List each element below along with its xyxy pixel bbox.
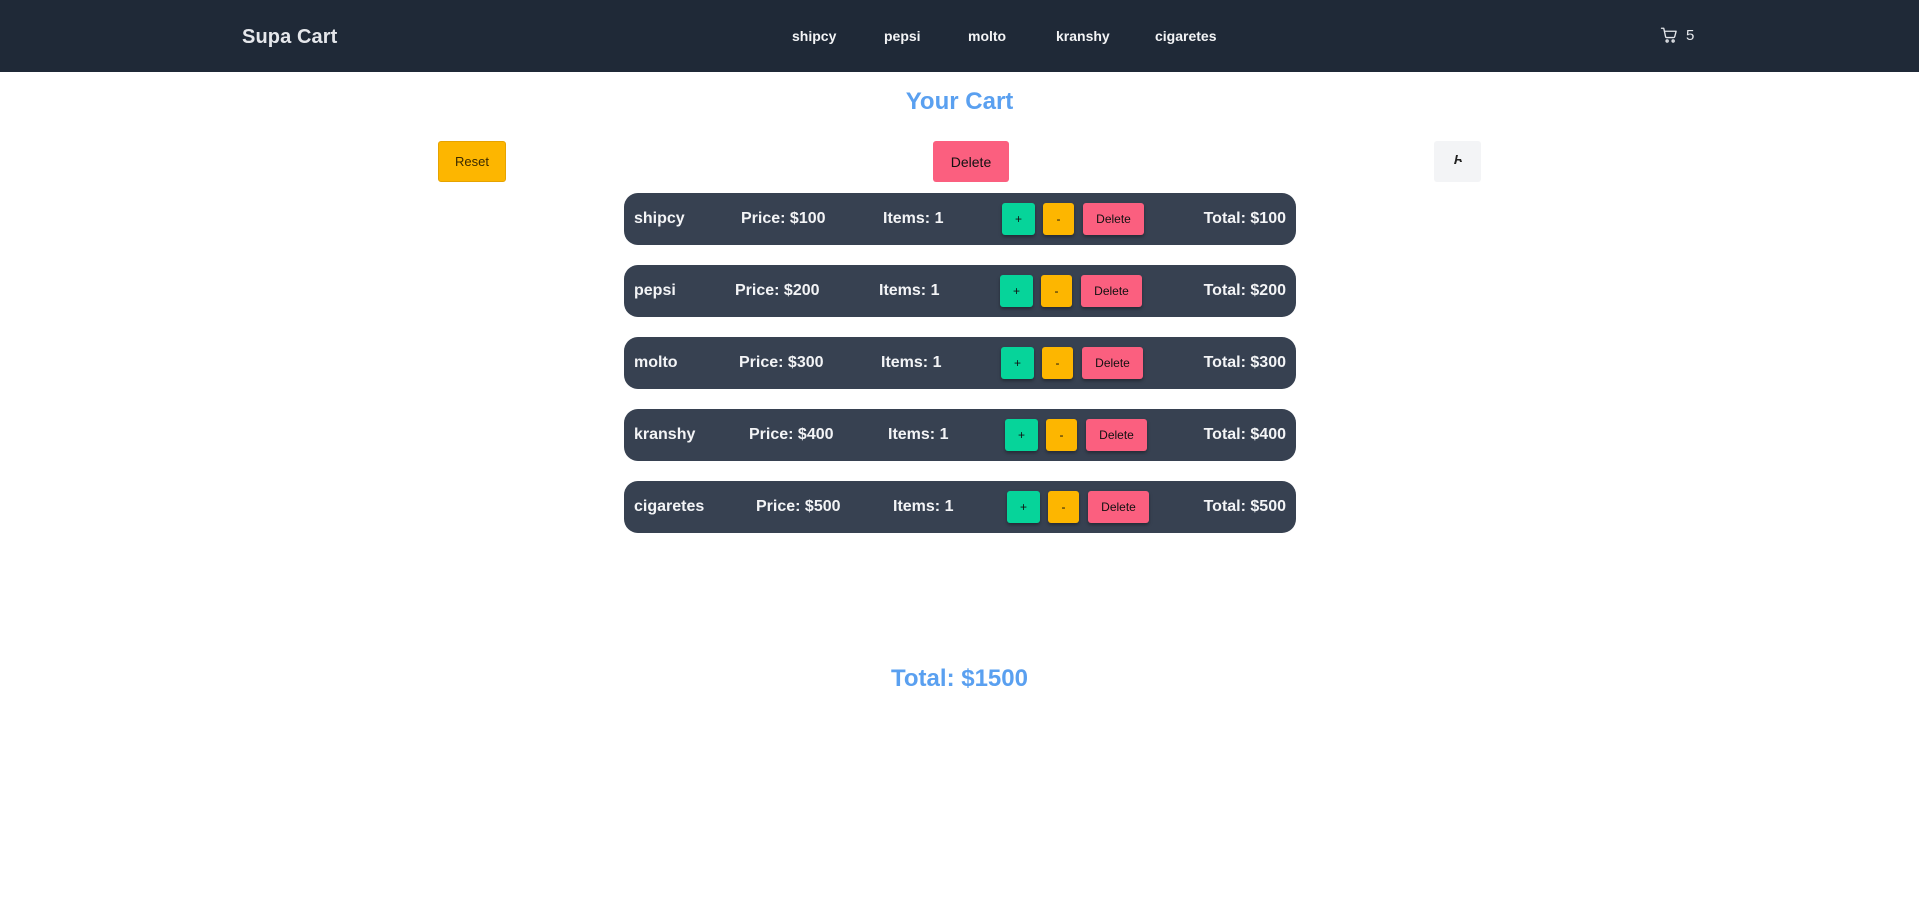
cart-row-kranshy: kranshy Price: $400 Items: 1 + - Delete …	[624, 409, 1296, 461]
increment-button[interactable]: +	[1002, 203, 1035, 235]
brand-logo[interactable]: Supa Cart	[242, 26, 337, 49]
decrement-button[interactable]: -	[1046, 419, 1077, 451]
delete-item-button[interactable]: Delete	[1083, 203, 1144, 235]
nav-link-pepsi[interactable]: pepsi	[884, 28, 921, 44]
nav-link-kranshy[interactable]: kranshy	[1056, 28, 1110, 44]
item-name: kranshy	[634, 426, 696, 443]
page-title: Your Cart	[905, 88, 1014, 115]
item-price: Price: $200	[735, 282, 820, 299]
item-name: cigaretes	[634, 498, 705, 515]
increment-button[interactable]: +	[1001, 347, 1034, 379]
item-name: pepsi	[634, 282, 676, 299]
item-price: Price: $100	[741, 210, 826, 227]
delete-item-button[interactable]: Delete	[1082, 347, 1143, 379]
increment-button[interactable]: +	[1007, 491, 1040, 523]
theme-toggle-icon	[1452, 154, 1464, 169]
delete-item-button[interactable]: Delete	[1086, 419, 1147, 451]
nav-link-cigaretes[interactable]: cigaretes	[1155, 28, 1216, 44]
decrement-button[interactable]: -	[1042, 347, 1073, 379]
decrement-button[interactable]: -	[1048, 491, 1079, 523]
theme-toggle-button[interactable]	[1434, 141, 1481, 182]
reset-button[interactable]: Reset	[438, 141, 506, 182]
cart-row-shipcy: shipcy Price: $100 Items: 1 + - Delete T…	[624, 193, 1296, 245]
cart-row-cigaretes: cigaretes Price: $500 Items: 1 + - Delet…	[624, 481, 1296, 533]
item-name: shipcy	[634, 210, 685, 227]
cart-row-pepsi: pepsi Price: $200 Items: 1 + - Delete To…	[624, 265, 1296, 317]
item-total: Total: $200	[1203, 282, 1286, 299]
item-total: Total: $100	[1203, 210, 1286, 227]
item-name: molto	[634, 354, 678, 371]
item-price: Price: $400	[749, 426, 834, 443]
item-total: Total: $500	[1203, 498, 1286, 515]
nav-link-molto[interactable]: molto	[968, 28, 1006, 44]
navbar: Supa Cart shipcy pepsi molto kranshy cig…	[0, 0, 1919, 72]
grand-total: Total: $1500	[891, 665, 1028, 692]
increment-button[interactable]: +	[1000, 275, 1033, 307]
item-quantity: Items: 1	[893, 498, 954, 515]
item-quantity: Items: 1	[881, 354, 942, 371]
cart-row-molto: molto Price: $300 Items: 1 + - Delete To…	[624, 337, 1296, 389]
delete-item-button[interactable]: Delete	[1081, 275, 1142, 307]
decrement-button[interactable]: -	[1041, 275, 1072, 307]
item-price: Price: $300	[739, 354, 824, 371]
item-price: Price: $500	[756, 498, 841, 515]
cart-button[interactable]: 5	[1660, 26, 1694, 44]
decrement-button[interactable]: -	[1043, 203, 1074, 235]
item-quantity: Items: 1	[879, 282, 940, 299]
increment-button[interactable]: +	[1005, 419, 1038, 451]
shopping-cart-icon	[1660, 26, 1678, 44]
item-total: Total: $300	[1203, 354, 1286, 371]
nav-link-shipcy[interactable]: shipcy	[792, 28, 836, 44]
delete-all-button[interactable]: Delete	[933, 141, 1009, 182]
item-quantity: Items: 1	[888, 426, 949, 443]
item-quantity: Items: 1	[883, 210, 944, 227]
cart-count-badge: 5	[1686, 26, 1695, 44]
delete-item-button[interactable]: Delete	[1088, 491, 1149, 523]
item-total: Total: $400	[1203, 426, 1286, 443]
